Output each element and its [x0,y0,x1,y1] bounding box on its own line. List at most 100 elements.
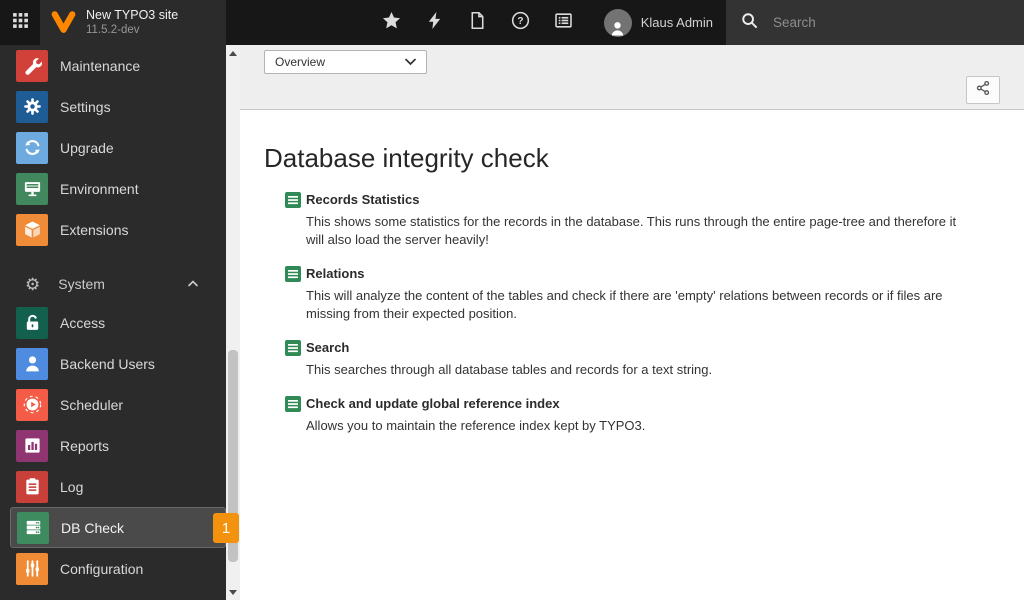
clipboard-icon [16,470,48,503]
topbar: New TYPO3 site 11.5.2-dev ? Klaus Admin … [0,0,1024,45]
content-area: Overview Database integrity check Record… [240,45,1024,600]
triangle-up-icon [229,50,237,56]
function-dropdown[interactable]: Overview [264,50,427,74]
help-icon: ? [511,11,530,35]
scrollbar-up-button[interactable] [226,46,240,60]
play-circle-icon [16,388,48,421]
sidebar-item-label: Environment [60,180,139,197]
svg-text:?: ? [518,16,524,27]
check-title: Check and update global reference index [306,396,560,411]
check-description: This will analyze the content of the tab… [306,288,943,321]
gear-icon [16,90,48,123]
triangle-down-icon [229,589,237,595]
bolt-icon [425,11,444,35]
sidebar-item-backend-users[interactable]: Backend Users [0,343,226,384]
username: Klaus Admin [640,15,713,30]
sidebar-item-label: Access [60,314,106,331]
list-panel-icon [554,11,573,35]
sliders-icon [16,552,48,585]
module-group-admin-tools: Maintenance Settings Upgrade Environment… [0,45,226,250]
module-menu-sidebar: Maintenance Settings Upgrade Environment… [0,45,240,600]
sidebar-item-settings[interactable]: Settings [0,86,226,127]
db-check-count-badge: 1 [213,513,239,543]
check-item-search: Search This searches through all databas… [285,339,977,379]
system-gear-icon: ⚙ [25,274,41,294]
monitor-icon [16,172,48,205]
grid-icon [12,12,29,34]
share-icon [975,80,991,101]
sidebar-item-label: Upgrade [60,139,114,156]
sidebar-item-label: Scheduler [60,396,124,413]
avatar [603,8,632,37]
check-item-records-statistics: Records Statistics This shows some stati… [285,191,977,249]
sidebar-item-label: DB Check [61,519,125,536]
sidebar-item-label: Log [60,478,84,495]
help-button[interactable]: ? [509,11,533,35]
sidebar-item-reports[interactable]: Reports [0,425,226,466]
typo3-logo-icon [51,11,76,33]
sidebar-item-configuration[interactable]: Configuration [0,548,226,589]
clear-cache-button[interactable] [423,11,447,35]
table-icon [285,340,301,356]
share-button[interactable] [966,76,1000,104]
person-icon [16,347,48,380]
site-logo-block[interactable]: New TYPO3 site 11.5.2-dev [40,0,226,45]
search-input[interactable] [771,14,1009,31]
sidebar-item-label: Extensions [60,221,129,238]
scrollbar-down-button[interactable] [226,585,240,599]
site-name: New TYPO3 site [86,7,179,22]
sidebar-item-db-check[interactable]: DB Check 1 [10,507,239,548]
table-icon [285,192,301,208]
check-description: This shows some statistics for the recor… [306,214,957,247]
check-title: Relations [306,266,365,281]
table-icon [285,396,301,412]
document-icon [468,11,487,35]
sidebar-item-scheduler[interactable]: Scheduler [0,384,226,425]
unlock-icon [16,306,48,339]
sidebar-item-label: Reports [60,437,110,454]
check-item-relations: Relations This will analyze the content … [285,265,977,323]
module-group-system-items: Access Backend Users Scheduler Reports L… [0,302,239,589]
open-document-button[interactable] [466,11,490,35]
sidebar-group-label: System [58,276,105,292]
sidebar-item-label: Configuration [60,560,144,577]
site-meta: New TYPO3 site 11.5.2-dev [86,8,178,38]
chevron-up-icon [187,275,199,293]
sidebar-item-extensions[interactable]: Extensions [0,209,226,250]
sidebar-item-maintenance[interactable]: Maintenance [0,45,226,86]
wrench-icon [16,49,48,82]
check-title: Records Statistics [306,192,420,207]
sidebar-item-access[interactable]: Access [0,302,226,343]
sidebar-group-system[interactable]: ⚙ System [0,266,226,302]
system-information-button[interactable] [552,11,576,35]
sidebar-item-environment[interactable]: Environment [0,168,226,209]
check-list: Records Statistics This shows some stati… [285,191,1000,435]
bookmarks-button[interactable] [380,11,404,35]
check-description: This searches through all database table… [306,362,713,377]
sidebar-item-upgrade[interactable]: Upgrade [0,127,226,168]
sidebar-item-label: Settings [60,98,111,115]
table-icon [285,266,301,282]
user-menu-button[interactable]: Klaus Admin [603,8,713,37]
sidebar-item-log[interactable]: Log [0,466,226,507]
topbar-search [726,0,1024,45]
module-body: Database integrity check Records Statist… [240,110,1024,435]
docheader: Overview [240,45,1024,110]
page-title: Database integrity check [264,143,549,173]
cube-icon [16,213,48,246]
refresh-icon [16,131,48,164]
database-stack-icon [17,511,49,544]
bar-chart-icon [16,429,48,462]
star-icon [382,11,401,35]
topbar-toolbar: ? Klaus Admin [226,0,726,45]
check-description: Allows you to maintain the reference ind… [306,418,646,433]
chevron-down-icon [405,55,416,69]
check-title: Search [306,340,350,355]
sidebar-item-label: Backend Users [60,355,155,372]
check-item-reference-index: Check and update global reference index … [285,395,977,435]
module-menu-toggle-button[interactable] [0,0,40,45]
module-menu: Maintenance Settings Upgrade Environment… [0,45,239,589]
sidebar-item-label: Maintenance [60,57,141,74]
function-dropdown-value: Overview [275,55,326,69]
search-icon [741,12,758,34]
